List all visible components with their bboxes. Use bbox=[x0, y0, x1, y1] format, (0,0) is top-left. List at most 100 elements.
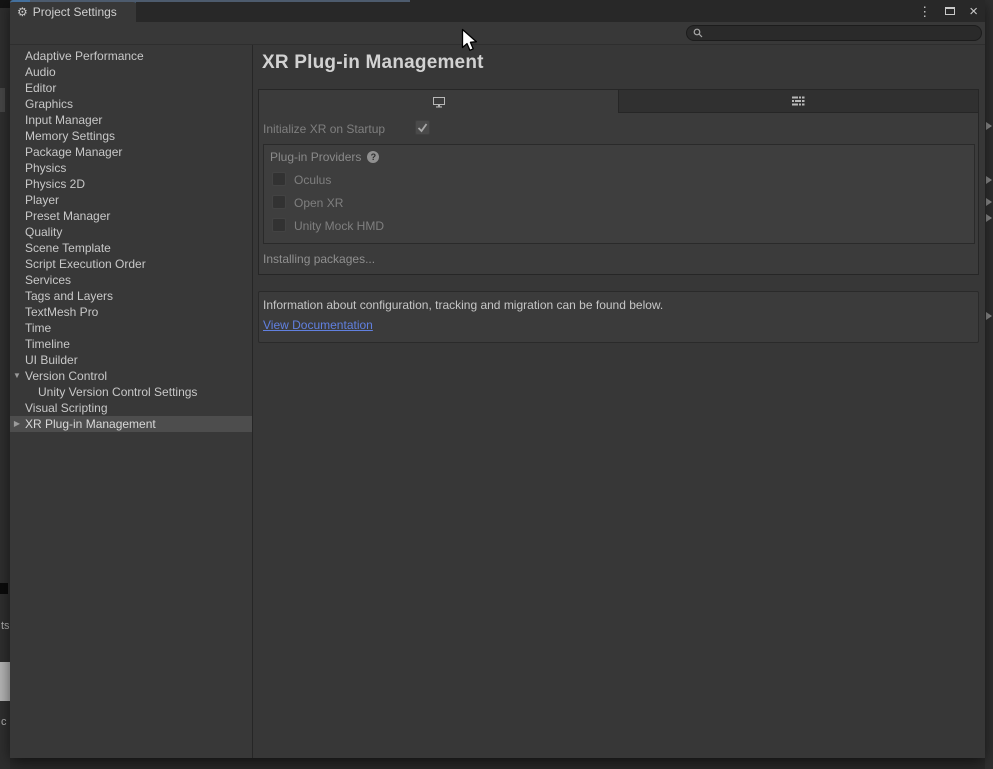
sidebar-item-package-manager[interactable]: Package Manager bbox=[10, 144, 252, 160]
main-panel: XR Plug-in Management bbox=[253, 45, 985, 758]
sidebar-item-script-execution-order[interactable]: Script Execution Order bbox=[10, 256, 252, 272]
info-text: Information about configuration, trackin… bbox=[263, 298, 972, 312]
gear-icon: ⚙ bbox=[17, 6, 28, 18]
provider-checkbox[interactable] bbox=[272, 195, 286, 209]
tab-desktop-platform[interactable] bbox=[259, 90, 618, 113]
page-title: XR Plug-in Management bbox=[262, 52, 985, 74]
sidebar-item-scene-template[interactable]: Scene Template bbox=[10, 240, 252, 256]
sidebar-item-label: Player bbox=[25, 193, 59, 207]
sidebar-item-ui-builder[interactable]: UI Builder bbox=[10, 352, 252, 368]
sidebar-item-memory-settings[interactable]: Memory Settings bbox=[10, 128, 252, 144]
sidebar-item-label: Quality bbox=[25, 225, 62, 239]
sidebar-item-preset-manager[interactable]: Preset Manager bbox=[10, 208, 252, 224]
foldout-arrow-icon bbox=[986, 214, 992, 222]
view-documentation-link[interactable]: View Documentation bbox=[263, 318, 373, 332]
sidebar-item-label: Visual Scripting bbox=[25, 401, 108, 415]
sidebar-item-label: Script Execution Order bbox=[25, 257, 146, 271]
sidebar-item-player[interactable]: Player bbox=[10, 192, 252, 208]
sidebar-item-label: Physics bbox=[25, 161, 66, 175]
sidebar-item-label: Services bbox=[25, 273, 71, 287]
sidebar-item-label: Editor bbox=[25, 81, 56, 95]
titlebar: ⚙ Project Settings ⋮ × bbox=[10, 0, 985, 22]
initialize-xr-row: Initialize XR on Startup bbox=[259, 113, 978, 144]
sidebar-item-label: Preset Manager bbox=[25, 209, 110, 223]
sidebar-item-adaptive-performance[interactable]: Adaptive Performance bbox=[10, 48, 252, 64]
sidebar-item-label: Scene Template bbox=[25, 241, 111, 255]
provider-label: Unity Mock HMD bbox=[294, 219, 384, 233]
provider-label: Oculus bbox=[294, 173, 331, 187]
background-fragment bbox=[0, 88, 5, 112]
background-window-edge bbox=[30, 0, 410, 2]
sidebar-item-label: XR Plug-in Management bbox=[25, 417, 156, 431]
sidebar-item-unity-version-control-settings[interactable]: Unity Version Control Settings bbox=[10, 384, 252, 400]
foldout-open-icon[interactable]: ▼ bbox=[10, 368, 24, 384]
project-settings-window: ⚙ Project Settings ⋮ × Adaptive Performa… bbox=[10, 0, 985, 758]
provider-row: Unity Mock HMD bbox=[264, 215, 974, 238]
sidebar-item-physics-2d[interactable]: Physics 2D bbox=[10, 176, 252, 192]
status-text: Installing packages... bbox=[259, 244, 978, 274]
search-icon bbox=[693, 28, 703, 38]
sidebar-item-label: Time bbox=[25, 321, 51, 335]
sidebar-item-timeline[interactable]: Timeline bbox=[10, 336, 252, 352]
sidebar-item-graphics[interactable]: Graphics bbox=[10, 96, 252, 112]
foldout-arrow-icon bbox=[986, 312, 992, 320]
desktop-monitor-icon bbox=[432, 96, 446, 108]
window-title: Project Settings bbox=[33, 5, 117, 19]
sidebar-item-label: Graphics bbox=[25, 97, 73, 111]
tab-other-platform[interactable] bbox=[618, 90, 978, 113]
background-fragment bbox=[0, 662, 10, 701]
provider-list: Oculus Open XR Unity Mock HMD bbox=[264, 169, 974, 238]
xr-settings-box: Initialize XR on Startup Plug-in Provide… bbox=[258, 89, 979, 275]
platform-tabs bbox=[259, 90, 978, 113]
initialize-xr-label: Initialize XR on Startup bbox=[263, 122, 385, 136]
maximize-button[interactable] bbox=[945, 7, 955, 15]
search-input[interactable] bbox=[707, 27, 981, 39]
sidebar-item-physics[interactable]: Physics bbox=[10, 160, 252, 176]
sidebar-item-label: Physics 2D bbox=[25, 177, 85, 191]
sidebar-item-visual-scripting[interactable]: Visual Scripting bbox=[10, 400, 252, 416]
plugin-providers-box: Plug-in Providers ? Oculus Open XR Unity M… bbox=[263, 144, 975, 244]
provider-row: Open XR bbox=[264, 192, 974, 215]
sidebar-item-label: TextMesh Pro bbox=[25, 305, 98, 319]
foldout-arrow-icon bbox=[986, 122, 992, 130]
toolbar bbox=[10, 22, 985, 45]
background-text-fragment: ts bbox=[1, 620, 10, 632]
background-fragment bbox=[0, 0, 10, 8]
window-menu-button[interactable]: ⋮ bbox=[918, 5, 931, 18]
search-field[interactable] bbox=[686, 25, 982, 41]
sidebar-item-version-control[interactable]: ▼Version Control bbox=[10, 368, 252, 384]
sidebar-item-label: Adaptive Performance bbox=[25, 49, 144, 63]
provider-checkbox[interactable] bbox=[272, 172, 286, 186]
settings-category-list: Adaptive PerformanceAudioEditor Graphics I… bbox=[10, 45, 253, 758]
foldout-arrow-icon bbox=[986, 176, 992, 184]
sidebar-item-tags-and-layers[interactable]: Tags and Layers bbox=[10, 288, 252, 304]
window-controls: ⋮ × bbox=[918, 0, 978, 22]
sidebar-item-xr-plug-in-management[interactable]: ▶XR Plug-in Management bbox=[10, 416, 252, 432]
help-icon[interactable]: ? bbox=[367, 151, 379, 163]
sidebar-item-label: Timeline bbox=[25, 337, 70, 351]
plugin-providers-header: Plug-in Providers ? bbox=[264, 145, 974, 169]
window-tab-project-settings[interactable]: ⚙ Project Settings bbox=[10, 0, 136, 22]
sidebar-item-input-manager[interactable]: Input Manager bbox=[10, 112, 252, 128]
plugin-providers-title: Plug-in Providers bbox=[270, 150, 361, 164]
initialize-xr-checkbox[interactable] bbox=[415, 120, 430, 135]
sidebar-item-audio[interactable]: Audio bbox=[10, 64, 252, 80]
sidebar-item-quality[interactable]: Quality bbox=[10, 224, 252, 240]
provider-checkbox[interactable] bbox=[272, 218, 286, 232]
provider-row: Oculus bbox=[264, 169, 974, 192]
sidebar-item-label: Input Manager bbox=[25, 113, 102, 127]
sidebar-item-time[interactable]: Time bbox=[10, 320, 252, 336]
platform-grid-icon bbox=[792, 96, 805, 107]
sidebar-item-editor[interactable]: Editor bbox=[10, 80, 252, 96]
close-button[interactable]: × bbox=[969, 4, 978, 19]
sidebar-item-services[interactable]: Services bbox=[10, 272, 252, 288]
background-text-fragment: c bbox=[1, 716, 10, 728]
provider-label: Open XR bbox=[294, 196, 343, 210]
content-area: Adaptive PerformanceAudioEditor Graphics I… bbox=[10, 45, 985, 758]
sidebar-item-label: Memory Settings bbox=[25, 129, 115, 143]
sidebar-item-textmesh-pro[interactable]: TextMesh Pro bbox=[10, 304, 252, 320]
sidebar-item-label: Tags and Layers bbox=[25, 289, 113, 303]
foldout-closed-icon[interactable]: ▶ bbox=[10, 416, 24, 432]
background-right-strip bbox=[985, 0, 993, 769]
info-box: Information about configuration, trackin… bbox=[258, 291, 979, 343]
